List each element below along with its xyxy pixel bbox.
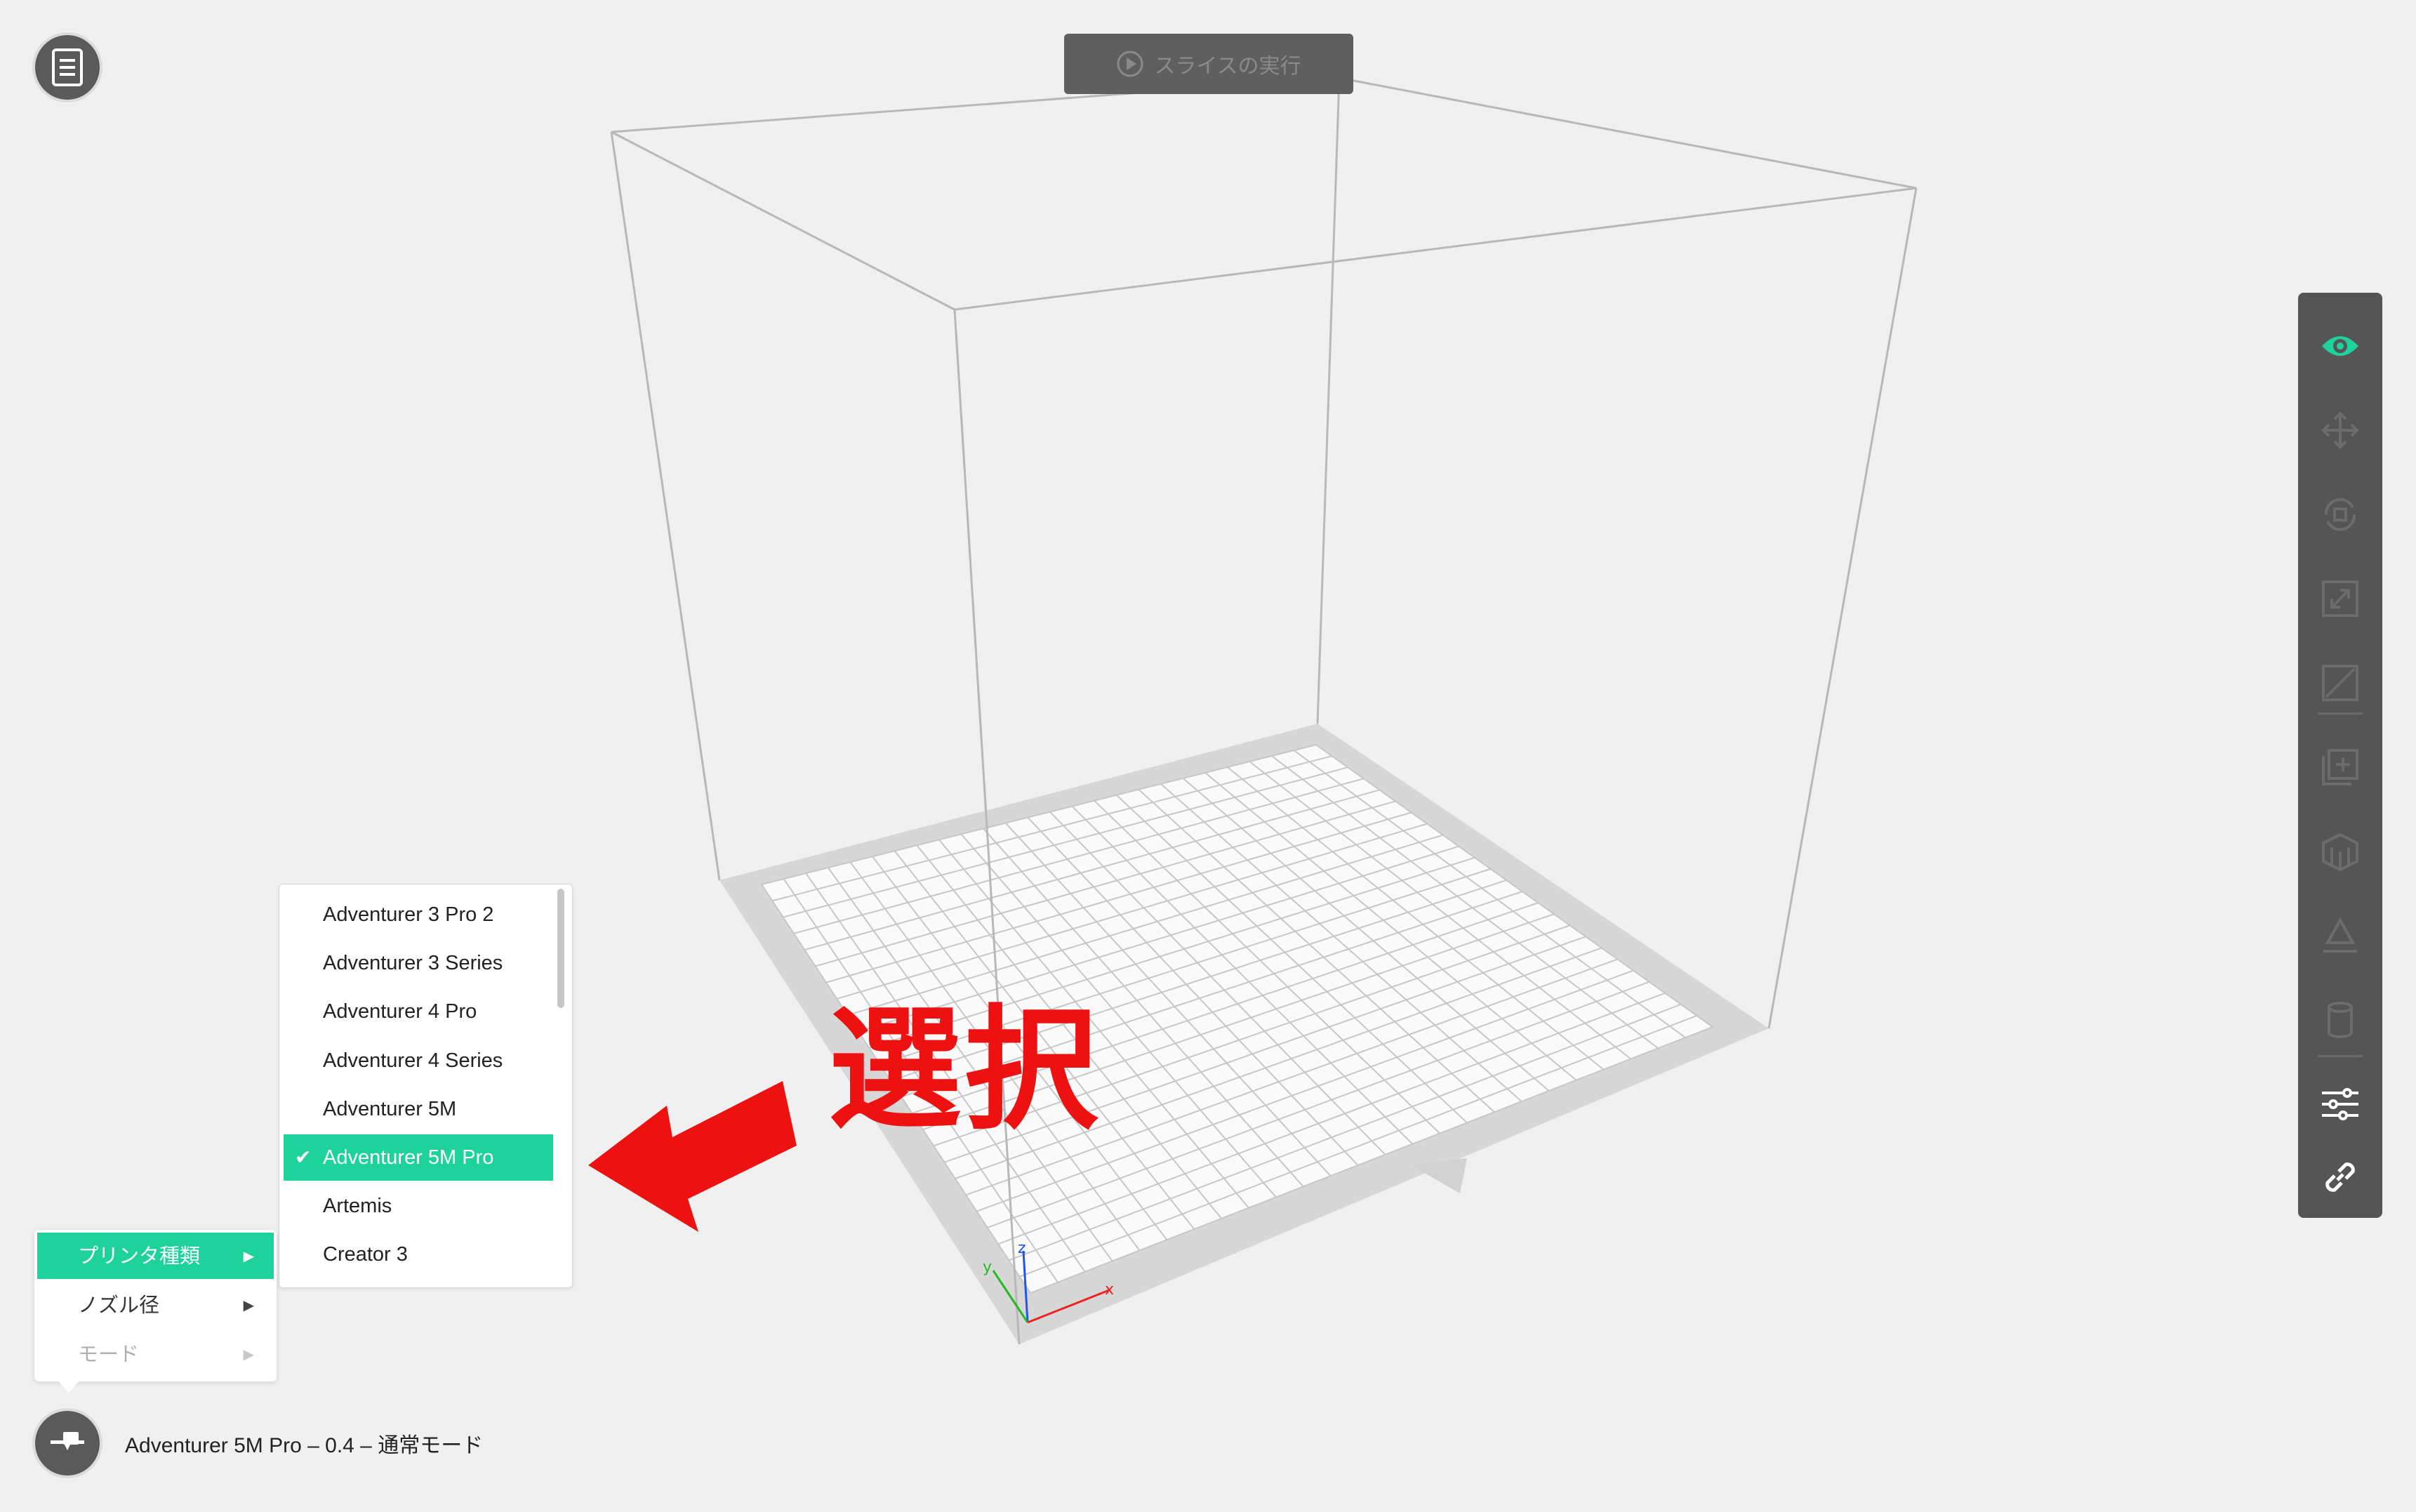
lay-flat-button[interactable] xyxy=(2298,901,2382,971)
link-icon xyxy=(2325,1162,2355,1192)
cylinder-button[interactable] xyxy=(2298,985,2382,1055)
add-object-icon xyxy=(2322,749,2358,785)
menu-item-nozzle[interactable]: ノズル径 ▶ xyxy=(37,1282,274,1328)
lay-flat-icon xyxy=(2323,917,2357,953)
printer-list-scrollbar[interactable] xyxy=(557,889,564,1008)
support-button[interactable] xyxy=(2298,816,2382,887)
slice-button[interactable]: スライスの実行 xyxy=(1064,34,1353,94)
menu-pointer xyxy=(56,1379,81,1393)
printer-option[interactable]: Adventurer 3 Series xyxy=(284,940,553,986)
annotation-arrow xyxy=(588,1081,797,1232)
slice-button-label: スライスの実行 xyxy=(1154,54,1301,79)
printer-option-selected[interactable]: ✔ Adventurer 5M Pro xyxy=(284,1134,553,1181)
connect-button[interactable] xyxy=(2298,1142,2382,1212)
menu-item-label: プリンタ種類 xyxy=(78,1244,201,1268)
scale-icon xyxy=(2322,581,2358,617)
mirror-icon xyxy=(2322,665,2358,701)
printer-status-label: Adventurer 5M Pro – 0.4 – 通常モード xyxy=(125,1434,484,1457)
printer-option[interactable]: Adventurer 5M xyxy=(284,1086,553,1132)
settings-sliders-icon xyxy=(2322,1088,2358,1120)
play-icon xyxy=(1117,51,1143,77)
printer-settings-menu: プリンタ種類 ▶ ノズル径 ▶ モード ▶ xyxy=(34,1230,277,1381)
menu-item-printer-type[interactable]: プリンタ種類 ▶ xyxy=(37,1233,274,1279)
view-button[interactable] xyxy=(2298,311,2382,381)
printer-option[interactable]: Adventurer 4 Series xyxy=(284,1037,553,1084)
printer-option[interactable]: Adventurer 4 Pro xyxy=(284,988,553,1035)
file-menu-button[interactable] xyxy=(35,35,100,100)
axis-y-label: y xyxy=(983,1259,992,1276)
move-icon xyxy=(2321,411,2359,449)
printer-type-submenu: Adventurer 3 Pro 2 Adventurer 3 Series A… xyxy=(279,884,573,1288)
printer-option[interactable]: Artemis xyxy=(284,1183,553,1229)
menu-item-mode: モード ▶ xyxy=(37,1331,274,1377)
mirror-button[interactable] xyxy=(2298,648,2382,718)
menu-item-label: ノズル径 xyxy=(78,1293,160,1317)
settings-button[interactable] xyxy=(2298,1069,2382,1139)
document-icon xyxy=(52,48,83,86)
toolbar-divider xyxy=(2318,1055,2363,1057)
submenu-arrow-icon: ▶ xyxy=(243,1346,254,1362)
annotation-label: 選択 xyxy=(828,993,1101,1148)
printer-option-label: Adventurer 5M Pro xyxy=(323,1146,494,1169)
nozzle-icon xyxy=(51,1432,84,1450)
axis-x-label: x xyxy=(1105,1281,1114,1299)
support-icon xyxy=(2322,833,2358,872)
submenu-arrow-icon: ▶ xyxy=(243,1297,254,1313)
printer-option[interactable]: Creator 3 xyxy=(284,1231,553,1278)
rotate-button[interactable] xyxy=(2298,479,2382,550)
printer-option[interactable]: Adventurer 3 Pro 2 xyxy=(284,891,553,938)
submenu-arrow-icon: ▶ xyxy=(243,1247,254,1264)
right-toolbar xyxy=(2298,293,2382,1218)
scale-button[interactable] xyxy=(2298,564,2382,634)
toolbar-divider xyxy=(2318,712,2363,715)
rotate-icon xyxy=(2324,498,2356,531)
axis-z-label: z xyxy=(1018,1240,1026,1257)
eye-icon xyxy=(2322,336,2358,356)
move-button[interactable] xyxy=(2298,395,2382,465)
cylinder-icon xyxy=(2328,1002,2353,1038)
checkmark-icon: ✔ xyxy=(295,1146,312,1168)
printer-button[interactable] xyxy=(35,1411,100,1475)
menu-item-label: モード xyxy=(78,1342,140,1366)
add-object-button[interactable] xyxy=(2298,732,2382,802)
